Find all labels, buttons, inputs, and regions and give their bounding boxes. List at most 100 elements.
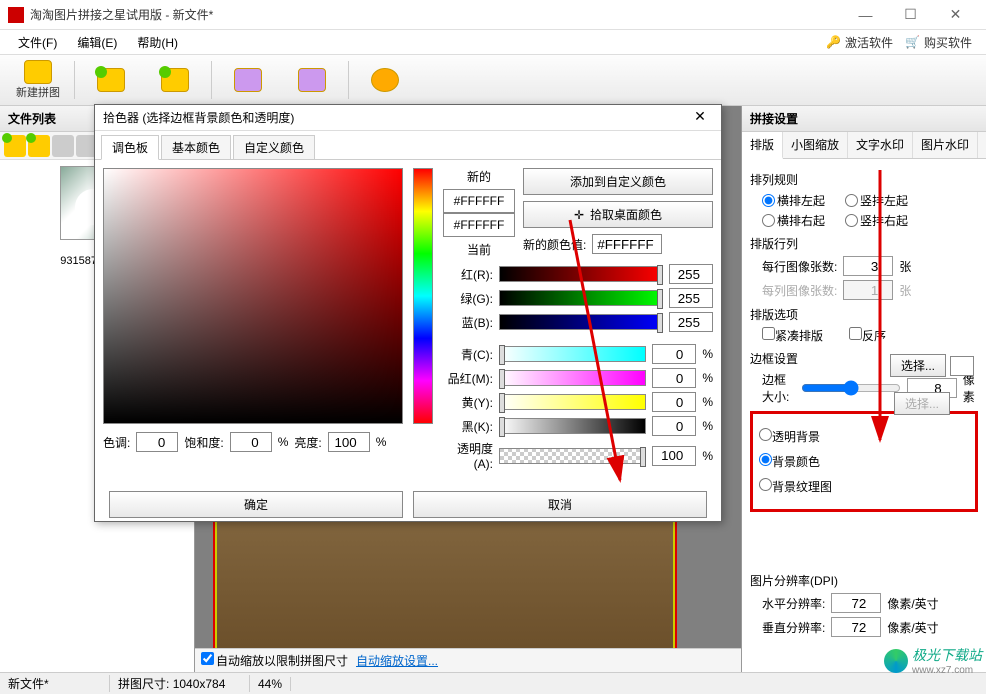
auto-scale-settings-link[interactable]: 自动缩放设置... [356, 652, 438, 669]
per-row-unit: 张 [899, 258, 911, 275]
border-size-label: 边框大小: [762, 371, 795, 405]
tab-thumb-scale[interactable]: 小图缩放 [783, 132, 848, 158]
c-input[interactable] [652, 344, 696, 364]
c-slider[interactable] [499, 346, 646, 362]
hue-slider[interactable] [413, 168, 433, 424]
radio-v-left[interactable]: 竖排左起 [845, 192, 908, 209]
new-collage-button[interactable]: 新建拼图 [8, 57, 68, 103]
compact-checkbox[interactable]: 紧凑排版 [762, 327, 823, 344]
new-color-label: 新的 [443, 168, 515, 185]
menu-edit[interactable]: 编辑(E) [67, 32, 127, 53]
lum-input[interactable] [328, 432, 370, 452]
g-slider[interactable] [499, 290, 663, 306]
toolbar-btn-3[interactable] [145, 57, 205, 103]
select-texture-button: 选择... [894, 392, 950, 415]
toolbar-btn-6[interactable] [355, 57, 415, 103]
dpi-h-unit: 像素/英寸 [887, 595, 938, 612]
minimize-button[interactable]: — [843, 1, 888, 29]
file-tool-3[interactable] [52, 135, 74, 157]
menu-file[interactable]: 文件(F) [8, 32, 67, 53]
b-input[interactable] [669, 312, 713, 332]
tab-custom-colors[interactable]: 自定义颜色 [233, 135, 315, 159]
sat-label: 饱和度: [184, 434, 223, 451]
menu-help[interactable]: 帮助(H) [127, 32, 188, 53]
a-input[interactable] [652, 446, 696, 466]
y-slider[interactable] [499, 394, 646, 410]
per-row-input[interactable] [843, 256, 893, 276]
per-col-label: 每列图像张数: [762, 282, 837, 299]
per-col-unit: 张 [899, 282, 911, 299]
activate-link[interactable]: 🔑 激活软件 [820, 32, 899, 53]
radio-bg-color[interactable]: 背景颜色 [759, 453, 820, 470]
tab-text-watermark[interactable]: 文字水印 [848, 132, 913, 158]
g-input[interactable] [669, 288, 713, 308]
per-row-label: 每行图像张数: [762, 258, 837, 275]
tab-palette[interactable]: 调色板 [101, 135, 159, 160]
add-file-button[interactable] [4, 135, 26, 157]
watermark-logo-icon [884, 649, 908, 673]
background-group: 透明背景 背景颜色 背景纹理图 [750, 411, 978, 512]
tab-basic-colors[interactable]: 基本颜色 [161, 135, 231, 159]
new-icon [24, 60, 52, 84]
m-input[interactable] [652, 368, 696, 388]
close-button[interactable]: ✕ [933, 1, 978, 29]
b-slider[interactable] [499, 314, 663, 330]
r-input[interactable] [669, 264, 713, 284]
b-label: 蓝(B): [443, 314, 493, 331]
watermark: 极光下载站 www.xz7.com [884, 645, 982, 676]
new-hex-label: 新的颜色值: [523, 236, 586, 253]
toolbar-btn-5[interactable] [282, 57, 342, 103]
border-size-slider[interactable] [801, 380, 901, 396]
dialog-close-button[interactable]: ✕ [687, 108, 713, 128]
sat-input[interactable] [230, 432, 272, 452]
k-slider[interactable] [499, 418, 646, 434]
radio-bg-texture[interactable]: 背景纹理图 [759, 478, 832, 495]
k-input[interactable] [652, 416, 696, 436]
r-label: 红(R): [443, 266, 493, 283]
m-slider[interactable] [499, 370, 646, 386]
auto-scale-checkbox-label[interactable]: 自动缩放以限制拼图尺寸 [201, 652, 348, 669]
key-icon: 🔑 [826, 35, 841, 49]
dpi-title: 图片分辨率(DPI) [750, 572, 978, 589]
toolbar: 新建拼图 [0, 54, 986, 106]
hex-input[interactable] [592, 234, 662, 254]
watermark-url: www.xz7.com [912, 665, 982, 676]
tab-layout[interactable]: 排版 [742, 132, 783, 159]
a-slider[interactable] [499, 448, 646, 464]
color-picker-dialog: 拾色器 (选择边框背景颜色和透明度) ✕ 调色板 基本颜色 自定义颜色 色调: … [94, 104, 722, 522]
hue-input[interactable] [136, 432, 178, 452]
cancel-button[interactable]: 取消 [413, 491, 707, 518]
activate-label: 激活软件 [845, 34, 893, 51]
toolbar-btn-2[interactable] [81, 57, 141, 103]
settings-tabs: 排版 小图缩放 文字水印 图片水印 [742, 132, 986, 159]
help-icon [371, 68, 399, 92]
dpi-v-input[interactable] [831, 617, 881, 637]
toolbar-btn-4[interactable] [218, 57, 278, 103]
saturation-value-box[interactable] [103, 168, 403, 424]
dpi-h-input[interactable] [831, 593, 881, 613]
reverse-checkbox[interactable]: 反序 [849, 327, 886, 344]
radio-h-right[interactable]: 横排右起 [762, 212, 825, 229]
add-custom-button[interactable]: 添加到自定义颜色 [523, 168, 713, 195]
ok-button[interactable]: 确定 [109, 491, 403, 518]
tab-image-watermark[interactable]: 图片水印 [913, 132, 978, 158]
settings-title: 拼接设置 [742, 106, 986, 132]
add-folder-button[interactable] [28, 135, 50, 157]
select-color-button[interactable]: 选择... [890, 354, 946, 377]
color-swatch[interactable] [950, 356, 974, 376]
auto-scale-bar: 自动缩放以限制拼图尺寸 自动缩放设置... [195, 648, 741, 672]
auto-scale-checkbox[interactable] [201, 652, 214, 665]
titlebar: 淘淘图片拼接之星试用版 - 新文件* — ☐ ✕ [0, 0, 986, 30]
radio-v-right[interactable]: 竖排右起 [845, 212, 908, 229]
radio-h-left[interactable]: 横排左起 [762, 192, 825, 209]
dialog-titlebar[interactable]: 拾色器 (选择边框背景颜色和透明度) ✕ [95, 105, 721, 131]
r-slider[interactable] [499, 266, 663, 282]
folder-add-icon [97, 68, 125, 92]
pick-desktop-button[interactable]: ✛拾取桌面颜色 [523, 201, 713, 228]
y-input[interactable] [652, 392, 696, 412]
maximize-button[interactable]: ☐ [888, 1, 933, 29]
buy-link[interactable]: 🛒购买软件 [899, 32, 978, 53]
radio-bg-transparent[interactable]: 透明背景 [759, 428, 820, 445]
statusbar: 新文件* 拼图尺寸: 1040x784 44% [0, 672, 986, 694]
m-label: 品红(M): [443, 370, 493, 387]
